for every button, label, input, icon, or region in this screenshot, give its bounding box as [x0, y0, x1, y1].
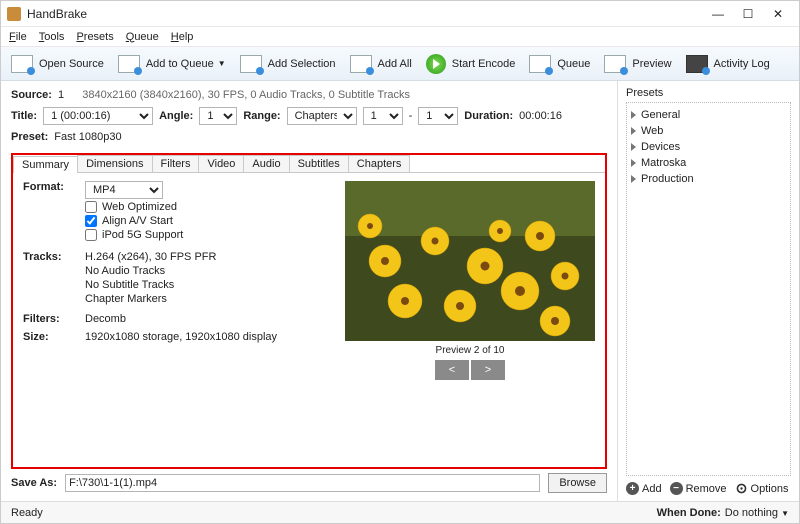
range-to-select[interactable]: 1	[418, 107, 458, 125]
triangle-right-icon	[631, 143, 636, 151]
preset-category-general[interactable]: General	[631, 107, 786, 123]
close-button[interactable]: ✕	[763, 7, 793, 21]
preset-category-web[interactable]: Web	[631, 123, 786, 139]
preview-next-button[interactable]: >	[471, 360, 505, 380]
filters-label: Filters:	[23, 313, 85, 325]
minus-icon: −	[670, 482, 683, 495]
range-label: Range:	[243, 110, 280, 122]
menu-presets[interactable]: Presets	[76, 31, 113, 43]
when-done-select[interactable]: Do nothing ▼	[725, 507, 789, 519]
ipod-checkbox[interactable]: iPod 5G Support	[85, 229, 327, 241]
start-encode-button[interactable]: Start Encode	[422, 54, 520, 74]
tab-audio[interactable]: Audio	[243, 155, 289, 172]
triangle-right-icon	[631, 175, 636, 183]
filters-value: Decomb	[85, 313, 327, 325]
saveas-label: Save As:	[11, 477, 57, 489]
tab-filters[interactable]: Filters	[152, 155, 200, 172]
presets-list: General Web Devices Matroska Production	[626, 102, 791, 476]
tab-dimensions[interactable]: Dimensions	[77, 155, 152, 172]
align-av-checkbox[interactable]: Align A/V Start	[85, 215, 327, 227]
track-line: Chapter Markers	[85, 293, 327, 305]
web-optimized-checkbox[interactable]: Web Optimized	[85, 201, 327, 213]
minimize-button[interactable]: —	[703, 7, 733, 21]
duration-value: 00:00:16	[519, 110, 562, 122]
title-select[interactable]: 1 (00:00:16)	[43, 107, 153, 125]
toolbar: Open Source Add to Queue▼ Add Selection …	[1, 47, 799, 81]
chevron-down-icon: ▼	[218, 59, 226, 68]
browse-button[interactable]: Browse	[548, 473, 607, 493]
add-all-icon	[350, 55, 372, 73]
triangle-right-icon	[631, 127, 636, 135]
plus-icon: +	[626, 482, 639, 495]
size-label: Size:	[23, 331, 85, 343]
tab-chapters[interactable]: Chapters	[348, 155, 411, 172]
range-select[interactable]: Chapters	[287, 107, 357, 125]
preset-category-devices[interactable]: Devices	[631, 139, 786, 155]
saveas-input[interactable]	[65, 474, 540, 492]
maximize-button[interactable]: ☐	[733, 7, 763, 21]
window-title: HandBrake	[27, 7, 703, 21]
app-icon	[7, 7, 21, 21]
menu-tools[interactable]: Tools	[39, 31, 65, 43]
presets-header: Presets	[626, 87, 791, 99]
triangle-right-icon	[631, 111, 636, 119]
menu-bar: File Tools Presets Queue Help	[1, 27, 799, 47]
preset-remove-button[interactable]: −Remove	[670, 482, 727, 495]
preview-image	[345, 181, 595, 341]
title-label: Title:	[11, 110, 37, 122]
queue-button[interactable]: Queue	[525, 55, 594, 73]
format-select[interactable]: MP4	[85, 181, 163, 199]
chevron-down-icon: ▼	[781, 509, 789, 518]
play-icon	[426, 54, 446, 74]
preset-value: Fast 1080p30	[54, 131, 121, 143]
track-line: No Subtitle Tracks	[85, 279, 327, 291]
angle-select[interactable]: 1	[199, 107, 237, 125]
triangle-right-icon	[631, 159, 636, 167]
log-icon	[686, 55, 708, 73]
preset-options-button[interactable]: Options	[735, 482, 789, 495]
format-label: Format:	[23, 181, 85, 241]
preview-icon	[604, 55, 626, 73]
track-line: H.264 (x264), 30 FPS PFR	[85, 251, 327, 263]
add-selection-button[interactable]: Add Selection	[236, 55, 340, 73]
preset-add-button[interactable]: +Add	[626, 482, 662, 495]
when-done-label: When Done:	[657, 507, 721, 519]
menu-file[interactable]: File	[9, 31, 27, 43]
track-line: No Audio Tracks	[85, 265, 327, 277]
tracks-label: Tracks:	[23, 251, 85, 305]
gear-icon	[735, 482, 748, 495]
selection-icon	[240, 55, 262, 73]
source-index: 1	[58, 89, 64, 101]
add-to-queue-button[interactable]: Add to Queue▼	[114, 55, 230, 73]
source-info: 3840x2160 (3840x2160), 30 FPS, 0 Audio T…	[82, 89, 410, 101]
tab-video[interactable]: Video	[198, 155, 244, 172]
open-source-button[interactable]: Open Source	[7, 55, 108, 73]
source-label: Source:	[11, 89, 52, 101]
preview-caption: Preview 2 of 10	[436, 345, 505, 356]
preset-category-matroska[interactable]: Matroska	[631, 155, 786, 171]
tab-summary[interactable]: Summary	[13, 156, 78, 173]
menu-help[interactable]: Help	[171, 31, 194, 43]
preview-prev-button[interactable]: <	[435, 360, 469, 380]
size-value: 1920x1080 storage, 1920x1080 display	[85, 331, 327, 343]
queue-icon	[529, 55, 551, 73]
tabstrip: Summary Dimensions Filters Video Audio S…	[13, 155, 605, 173]
queue-add-icon	[118, 55, 140, 73]
preview-button[interactable]: Preview	[600, 55, 675, 73]
preset-category-production[interactable]: Production	[631, 171, 786, 187]
menu-queue[interactable]: Queue	[126, 31, 159, 43]
duration-label: Duration:	[464, 110, 513, 122]
film-icon	[11, 55, 33, 73]
tab-subtitles[interactable]: Subtitles	[289, 155, 349, 172]
range-from-select[interactable]: 1	[363, 107, 403, 125]
status-text: Ready	[11, 507, 43, 519]
add-all-button[interactable]: Add All	[346, 55, 416, 73]
activity-log-button[interactable]: Activity Log	[682, 55, 774, 73]
angle-label: Angle:	[159, 110, 193, 122]
preset-label: Preset:	[11, 131, 48, 143]
